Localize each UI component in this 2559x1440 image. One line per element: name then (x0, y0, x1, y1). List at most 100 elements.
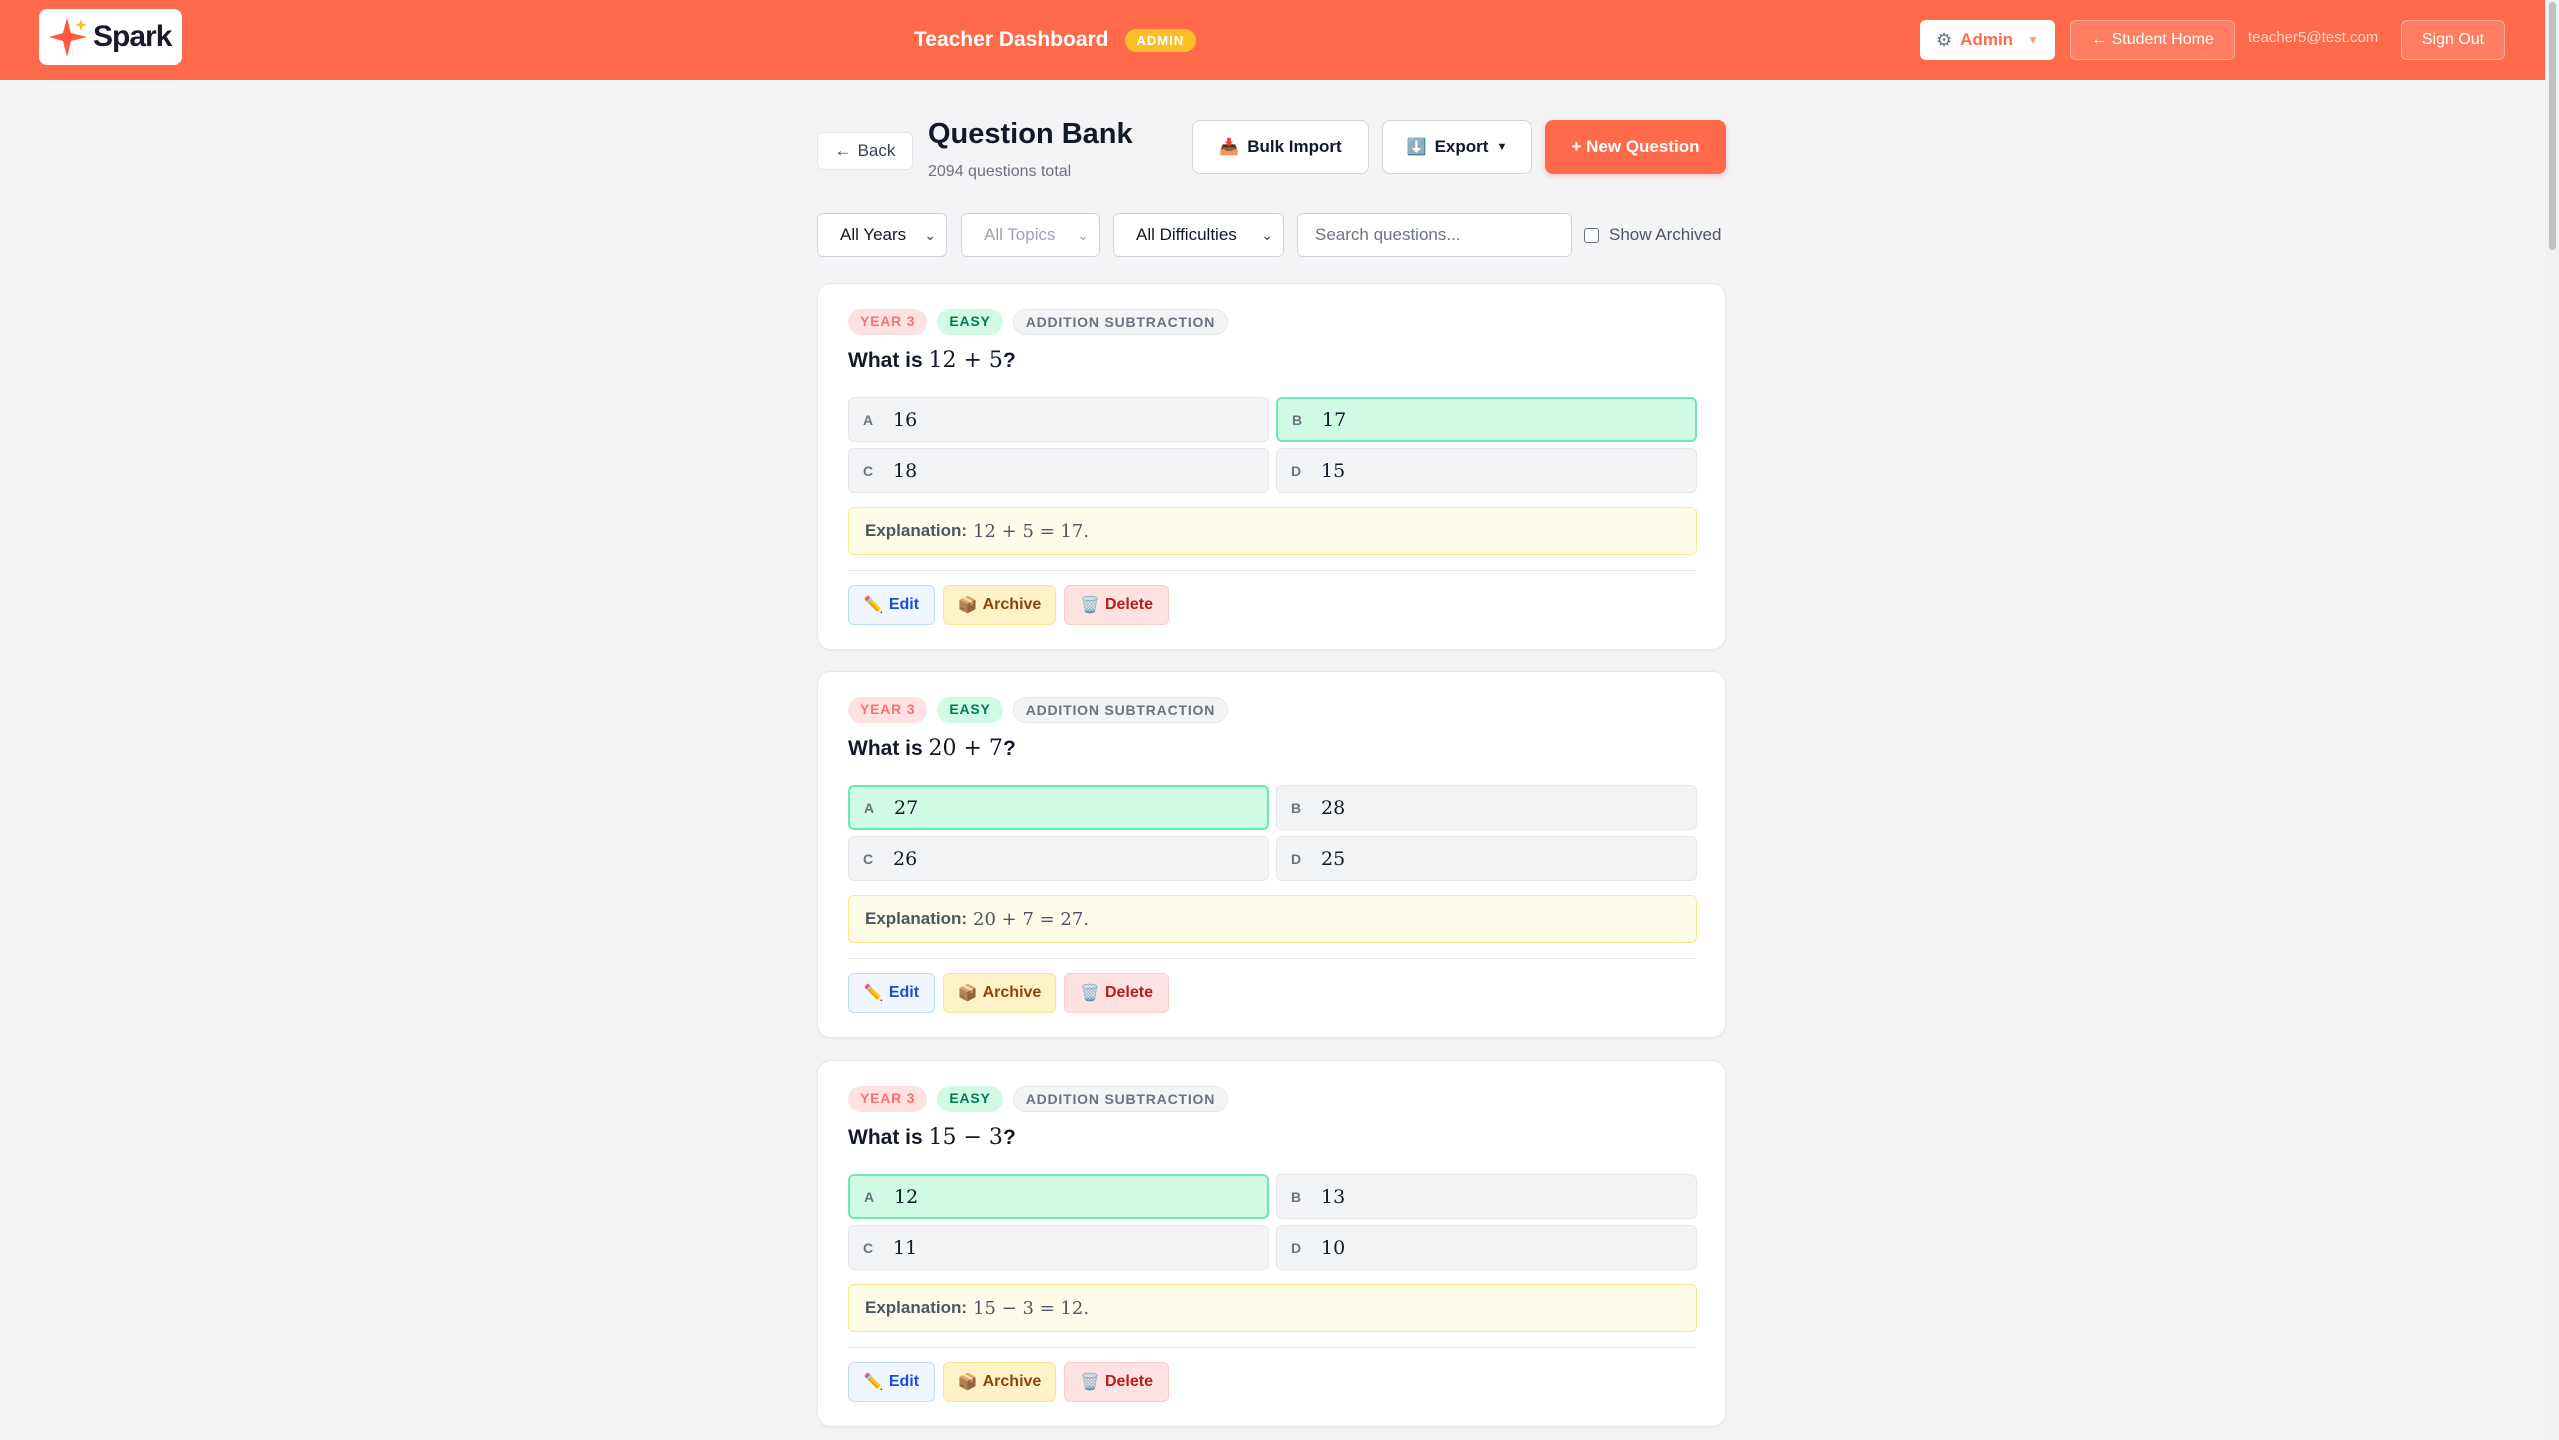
top-navbar: Spark Teacher Dashboard ADMIN ⚙ Admin ▼ … (0, 0, 2545, 80)
chevron-down-icon: ⌄ (1077, 226, 1089, 243)
sparkle-icon (49, 18, 87, 57)
explanation-text: 12 + 5 = 17. (973, 520, 1090, 542)
sign-out-button[interactable]: Sign Out (2401, 20, 2505, 60)
chevron-down-icon: ⌄ (1261, 226, 1273, 243)
delete-button[interactable]: 🗑️ Delete (1064, 585, 1169, 625)
option-value: 13 (1321, 1185, 1346, 1208)
question-prompt: What is (848, 737, 923, 760)
gear-icon: ⚙ (1936, 29, 1953, 50)
delete-label: Delete (1104, 596, 1153, 613)
option-letter: B (1292, 411, 1303, 428)
answer-option-b-correct: B 17 (1276, 397, 1697, 442)
option-value: 17 (1322, 408, 1347, 431)
option-value: 16 (893, 408, 918, 431)
question-prompt: What is (848, 349, 923, 372)
topic-tag: ADDITION SUBTRACTION (1012, 1086, 1229, 1112)
show-archived-label: Show Archived (1609, 225, 1722, 244)
search-input[interactable]: Search questions... (1297, 213, 1572, 257)
caret-down-icon: ▼ (1496, 141, 1508, 153)
show-archived-toggle[interactable]: Show Archived (1584, 223, 1721, 247)
answer-option-a-correct: A 27 (848, 785, 1269, 830)
edit-label: Edit (888, 984, 920, 1001)
answer-option-b: B 28 (1276, 785, 1697, 830)
chevron-down-icon: ⌄ (924, 226, 936, 243)
answer-option-d: D 25 (1276, 836, 1697, 881)
bulk-import-label: Bulk Import (1247, 137, 1342, 156)
back-button[interactable]: ← Back (817, 132, 913, 170)
difficulty-filter-select[interactable]: All Difficulties ⌄ (1113, 213, 1284, 257)
student-home-button[interactable]: ← Student Home (2070, 20, 2235, 60)
chevron-down-icon: ▼ (2027, 33, 2039, 47)
answer-option-c: C 18 (848, 448, 1269, 493)
spark-logo[interactable]: Spark (39, 9, 182, 65)
question-text: What is 12 + 5? (848, 348, 1016, 373)
package-icon: 📦 (957, 985, 978, 1002)
explanation-label: Explanation: (865, 1298, 968, 1317)
difficulty-tag: EASY (937, 1086, 1003, 1112)
option-letter: A (864, 1188, 875, 1205)
answer-option-c: C 11 (848, 1225, 1269, 1270)
explanation-box: Explanation: 12 + 5 = 17. (848, 507, 1697, 555)
pencil-icon: ✏️ (863, 1374, 884, 1391)
scrollbar-thumb[interactable] (2549, 2, 2556, 250)
option-value: 27 (894, 796, 919, 819)
answer-option-a: A 16 (848, 397, 1269, 442)
archive-button[interactable]: 📦 Archive (943, 1362, 1056, 1402)
trash-icon: 🗑️ (1080, 597, 1100, 614)
option-letter: B (1291, 1188, 1302, 1205)
archive-button[interactable]: 📦 Archive (943, 973, 1056, 1013)
delete-label: Delete (1104, 984, 1153, 1001)
bulk-import-button[interactable]: 📥 Bulk Import (1192, 120, 1369, 174)
edit-button[interactable]: ✏️ Edit (848, 1362, 935, 1402)
pencil-icon: ✏️ (863, 597, 884, 614)
export-label: Export (1434, 137, 1489, 156)
download-arrow-icon: ⬇️ (1406, 139, 1427, 156)
archive-button[interactable]: 📦 Archive (943, 585, 1056, 625)
admin-menu-button[interactable]: ⚙ Admin ▼ (1920, 20, 2055, 60)
topic-tag: ADDITION SUBTRACTION (1012, 309, 1229, 335)
question-card: YEAR 3 EASY ADDITION SUBTRACTION What is… (817, 671, 1726, 1038)
arrow-left-icon: ← (834, 141, 852, 160)
option-letter: A (863, 411, 874, 428)
question-tags: YEAR 3 EASY ADDITION SUBTRACTION (848, 1086, 1229, 1112)
explanation-text: 15 − 3 = 12. (973, 1297, 1090, 1319)
card-divider (848, 1347, 1697, 1348)
option-letter: D (1291, 462, 1302, 479)
trash-icon: 🗑️ (1080, 1374, 1100, 1391)
edit-button[interactable]: ✏️ Edit (848, 585, 935, 625)
inbox-tray-icon: 📥 (1219, 139, 1240, 156)
explanation-text: 20 + 7 = 27. (973, 908, 1090, 930)
topic-filter-select[interactable]: All Topics ⌄ (961, 213, 1100, 257)
header-title-group: Teacher Dashboard ADMIN (914, 22, 1197, 58)
option-value: 12 (894, 1185, 919, 1208)
delete-button[interactable]: 🗑️ Delete (1064, 1362, 1169, 1402)
question-text: What is 20 + 7? (848, 736, 1016, 761)
package-icon: 📦 (957, 1374, 978, 1391)
option-value: 15 (1321, 459, 1346, 482)
back-label: Back (857, 141, 896, 160)
export-button[interactable]: ⬇️ Export ▼ (1382, 120, 1532, 174)
question-tags: YEAR 3 EASY ADDITION SUBTRACTION (848, 309, 1229, 335)
question-card: YEAR 3 EASY ADDITION SUBTRACTION What is… (817, 1060, 1726, 1427)
year-tag: YEAR 3 (848, 1086, 928, 1112)
question-mark: ? (1002, 349, 1016, 372)
explanation-label: Explanation: (865, 521, 968, 540)
new-question-button[interactable]: + New Question (1545, 120, 1726, 174)
edit-button[interactable]: ✏️ Edit (848, 973, 935, 1013)
edit-label: Edit (888, 596, 920, 613)
difficulty-tag: EASY (937, 309, 1003, 335)
option-value: 26 (893, 847, 918, 870)
year-filter-select[interactable]: All Years ⌄ (817, 213, 947, 257)
option-letter: B (1291, 799, 1302, 816)
answer-option-d: D 15 (1276, 448, 1697, 493)
card-divider (848, 958, 1697, 959)
answer-option-b: B 13 (1276, 1174, 1697, 1219)
show-archived-checkbox[interactable] (1584, 227, 1599, 243)
question-count: 2094 questions total (928, 163, 1072, 180)
year-tag: YEAR 3 (848, 309, 928, 335)
option-value: 18 (893, 459, 918, 482)
delete-button[interactable]: 🗑️ Delete (1064, 973, 1169, 1013)
option-letter: C (863, 850, 874, 867)
user-email: teacher5@test.com (2248, 29, 2379, 46)
question-card: YEAR 3 EASY ADDITION SUBTRACTION What is… (817, 283, 1726, 650)
